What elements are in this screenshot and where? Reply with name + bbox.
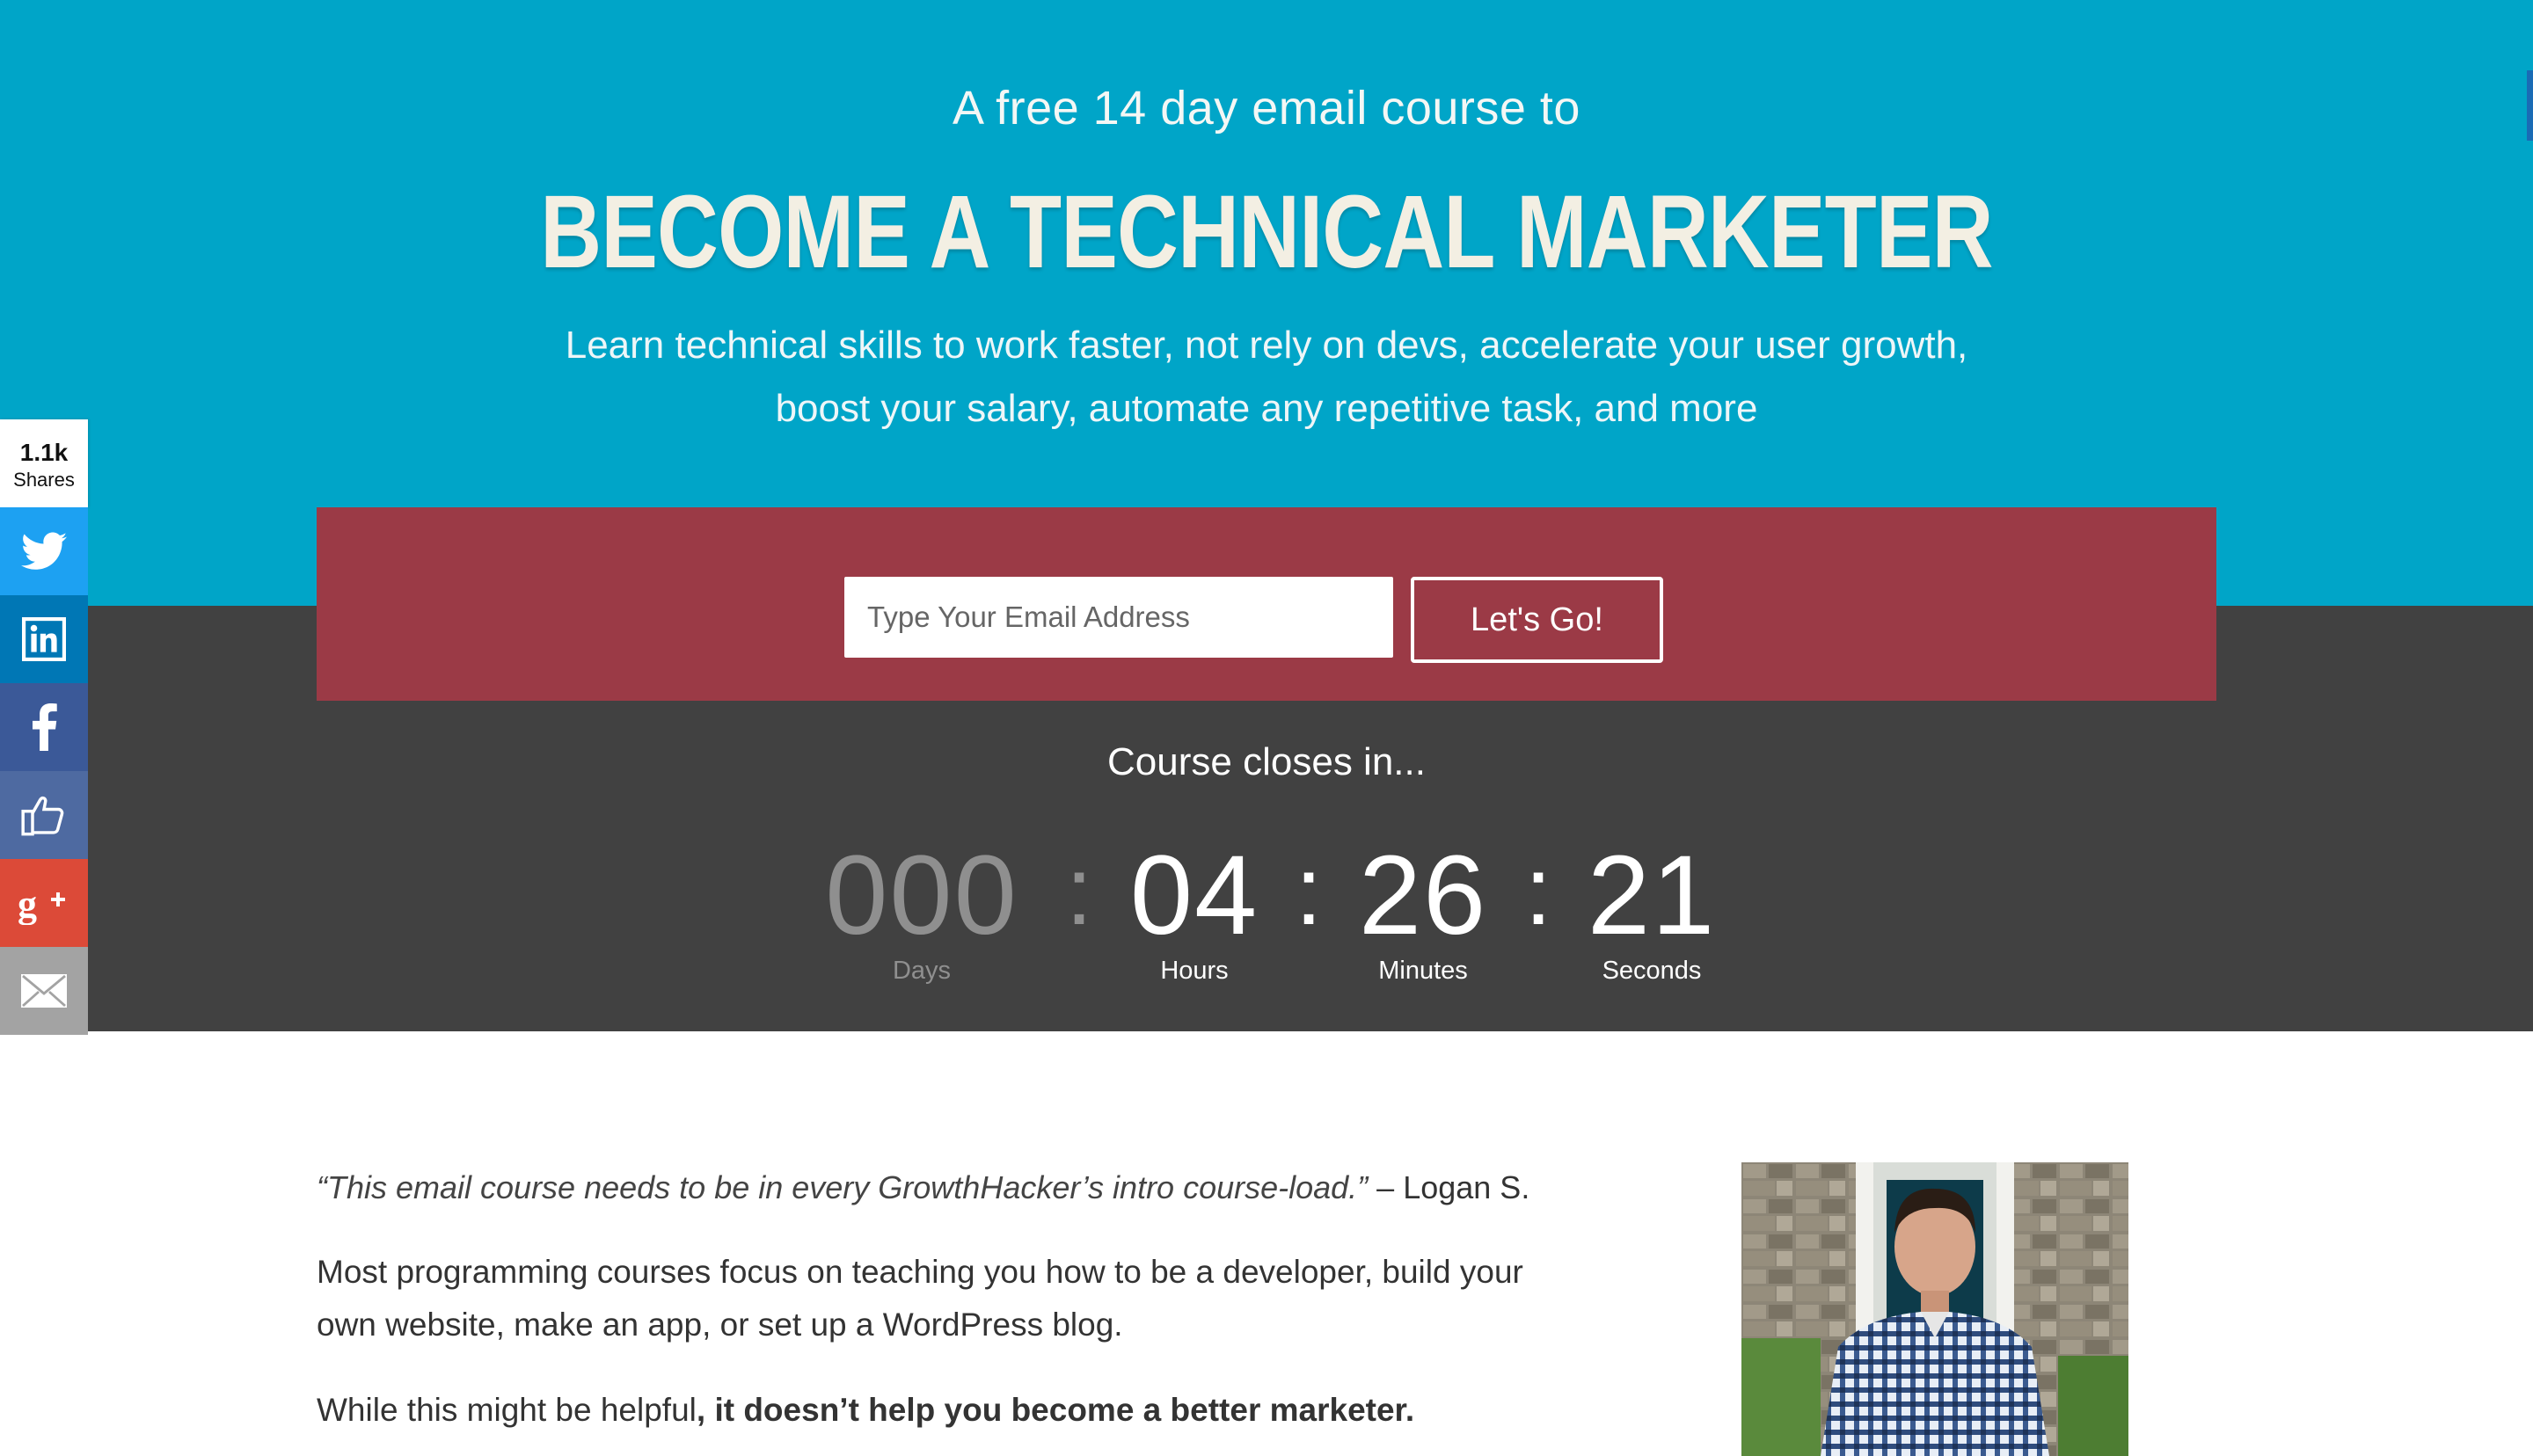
countdown-days: 000 [825, 833, 1018, 958]
hero-title: BECOME A TECHNICAL MARKETER [540, 174, 1993, 290]
testimonial-author: – Logan S. [1368, 1169, 1530, 1205]
hero-description-line: Learn technical skills to work faster, n… [565, 324, 1968, 367]
share-count-label: Shares [13, 469, 75, 491]
facebook-share-button[interactable] [0, 683, 88, 771]
countdown-seconds-label: Seconds [1602, 957, 1702, 985]
google-plus-icon: g [18, 883, 65, 925]
paragraph-emphasis: , it doesn’t help you become a better ma… [696, 1392, 1415, 1428]
hero-description-line: boost your salary, automate any repetiti… [775, 387, 1758, 430]
submit-button[interactable]: Let's Go! [1411, 577, 1663, 663]
countdown-minutes-label: Minutes [1378, 957, 1468, 985]
countdown-hours: 04 [1129, 833, 1259, 958]
author-photo-illustration [1741, 1162, 2128, 1456]
testimonial-quote: “This email course needs to be in every … [317, 1169, 1529, 1206]
testimonial-text: “This email course needs to be in every … [317, 1169, 1369, 1205]
facebook-like-button[interactable] [0, 771, 88, 859]
author-photo [1741, 1162, 2128, 1456]
share-count-box: 1.1k Shares [0, 419, 88, 507]
google-plus-share-button[interactable]: g [0, 859, 88, 947]
hero-description: Learn technical skills to work faster, n… [0, 314, 2533, 440]
hero-subtitle: A free 14 day email course to [953, 82, 1580, 135]
envelope-icon [21, 974, 67, 1008]
linkedin-share-button[interactable] [0, 595, 88, 683]
email-input[interactable] [844, 577, 1393, 658]
twitter-share-button[interactable] [0, 507, 88, 595]
paragraph-text: While this might be helpful [317, 1392, 697, 1428]
twitter-icon [21, 532, 67, 570]
countdown-seconds: 21 [1587, 833, 1717, 958]
share-count: 1.1k [19, 439, 69, 466]
intro-paragraph: Most programming courses focus on teachi… [317, 1254, 1523, 1343]
countdown-heading: Course closes in... [1107, 740, 1426, 783]
email-share-button[interactable] [0, 947, 88, 1035]
scroll-indicator[interactable] [2527, 70, 2533, 141]
countdown-days-label: Days [892, 957, 952, 985]
intro-paragraph-2: While this might be helpful, it doesn’t … [317, 1384, 1548, 1437]
facebook-icon [32, 703, 57, 751]
svg-text:g: g [18, 883, 37, 925]
countdown-minutes: 26 [1358, 833, 1488, 958]
linkedin-icon [22, 617, 66, 661]
thumbs-up-icon [21, 796, 64, 836]
countdown-hours-label: Hours [1160, 957, 1229, 985]
